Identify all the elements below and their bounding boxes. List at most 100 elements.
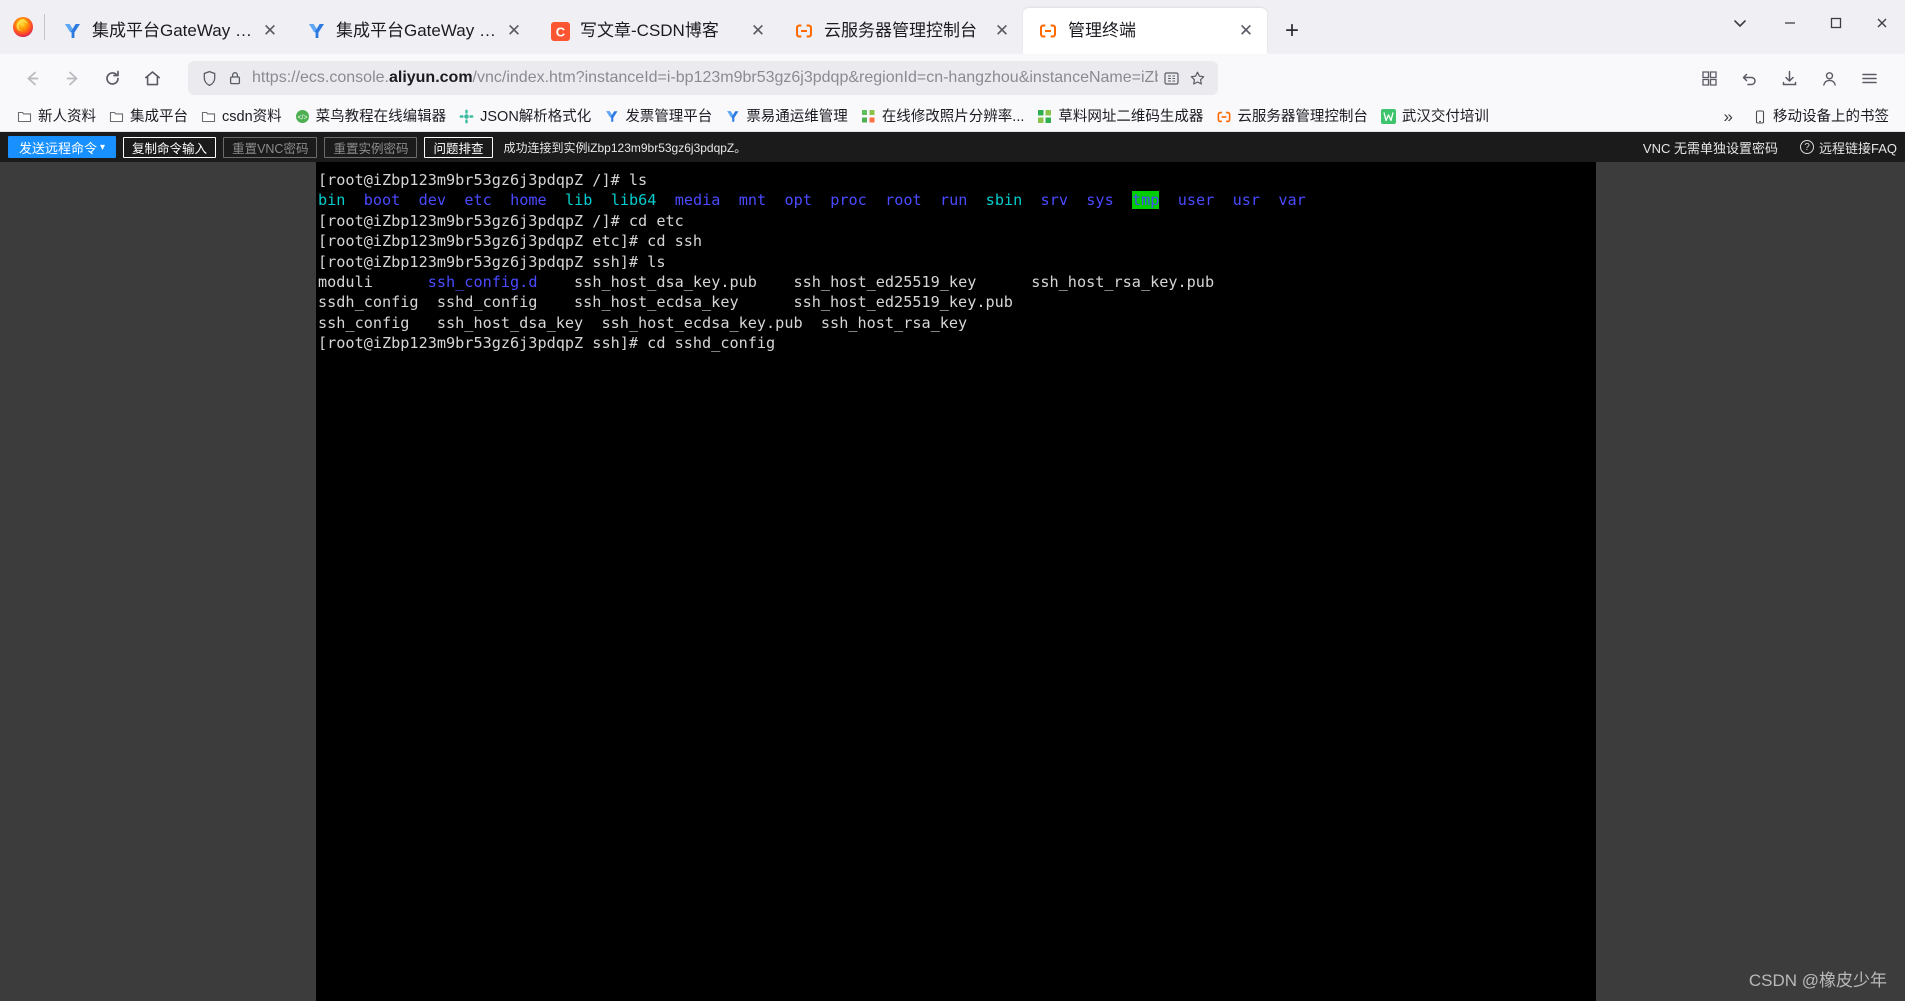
mobile-icon xyxy=(1751,108,1768,125)
maximize-button[interactable] xyxy=(1813,0,1859,46)
bookmark-7[interactable]: 在线修改照片分辨率... xyxy=(854,106,1031,128)
mobile-bookmarks-label: 移动设备上的书签 xyxy=(1773,108,1889,125)
address-bar[interactable]: https://ecs.console.aliyun.com/vnc/index… xyxy=(188,61,1218,95)
tab-separator xyxy=(44,14,45,40)
tab-2[interactable]: C 写文章-CSDN博客 ✕ xyxy=(535,8,779,54)
terminal-segment: ssh_host_dsa_key.pub ssh_host_ed25519_ke… xyxy=(537,272,1215,291)
terminal-segment: mnt xyxy=(738,191,767,210)
bookmark-5[interactable]: 发票管理平台 xyxy=(597,106,718,128)
terminal-console[interactable]: [root@iZbp123m9br53gz6j3pdqpZ /]# ls bin … xyxy=(316,162,1596,1001)
tab-title: 集成平台GateWay OPS xyxy=(336,21,501,40)
reload-icon[interactable] xyxy=(94,60,130,96)
stage-right-gutter xyxy=(1897,162,1905,1001)
terminal-line: [root@iZbp123m9br53gz6j3pdqpZ ssh]# ls xyxy=(318,252,1596,272)
tab-3[interactable]: 云服务器管理控制台 ✕ xyxy=(779,8,1023,54)
vnc-canvas-area[interactable]: [root@iZbp123m9br53gz6j3pdqpZ /]# ls bin … xyxy=(0,162,1905,1001)
firefox-logo-icon xyxy=(6,0,40,54)
tab-4[interactable]: 管理终端 ✕ xyxy=(1023,8,1267,54)
remote-link-faq-label: 远程链接FAQ xyxy=(1818,140,1897,156)
menu-icon[interactable] xyxy=(1851,60,1887,96)
bookmark-label: 新人资料 xyxy=(38,108,96,125)
terminal-segment xyxy=(1159,191,1177,209)
vnc-toolbar-right: VNC 无需单独设置密码 ? 远程链接FAQ xyxy=(1643,138,1897,157)
mobile-bookmarks[interactable]: 移动设备上的书签 xyxy=(1745,106,1895,128)
terminal-segment: media xyxy=(674,191,721,210)
address-bar-actions xyxy=(1158,65,1210,91)
terminal-segment: run xyxy=(939,191,968,210)
terminal-line: ssh_config ssh_host_dsa_key ssh_host_ecd… xyxy=(318,313,1596,333)
bookmark-10[interactable]: 武汉交付培训 xyxy=(1374,106,1495,128)
window-controls xyxy=(1713,0,1905,46)
chevron-down-icon: ▾ xyxy=(100,141,106,153)
aliyun-icon xyxy=(1037,20,1059,42)
terminal-segment: ssh_config.d xyxy=(427,272,538,291)
terminal-segment: etc xyxy=(464,191,492,210)
bookmark-3[interactable]: </> 菜鸟教程在线编辑器 xyxy=(288,106,453,128)
terminal-segment: [root@iZbp123m9br53gz6j3pdqpZ ssh]# ls xyxy=(318,252,666,271)
terminal-segment xyxy=(1068,191,1086,209)
extensions-icon[interactable] xyxy=(1691,60,1727,96)
copy-command-input-button[interactable]: 复制命令输入 xyxy=(123,136,217,158)
terminal-segment xyxy=(656,191,674,209)
bookmark-label: 集成平台 xyxy=(130,108,188,125)
tab-strip: 集成平台GateWay OPS ✕ 集成平台GateWay OPS ✕ C 写文… xyxy=(0,0,1905,54)
terminal-segment: moduli xyxy=(318,272,428,291)
tab-1[interactable]: 集成平台GateWay OPS ✕ xyxy=(291,8,535,54)
terminal-line: moduli ssh_config.d ssh_host_dsa_key.pub… xyxy=(318,272,1596,292)
tab-close-icon[interactable]: ✕ xyxy=(1233,18,1259,44)
save-icon[interactable] xyxy=(1771,60,1807,96)
bookmark-0[interactable]: 新人资料 xyxy=(10,106,102,128)
qrcode-icon xyxy=(1036,108,1053,125)
bookmark-label: 草料网址二维码生成器 xyxy=(1058,108,1204,125)
terminal-segment: root xyxy=(885,191,922,210)
new-tab-button[interactable]: + xyxy=(1273,12,1311,50)
star-icon[interactable] xyxy=(1184,65,1210,91)
bookmark-9[interactable]: 云服务器管理控制台 xyxy=(1209,106,1374,128)
troubleshoot-button[interactable]: 问题排查 xyxy=(424,136,493,158)
account-icon[interactable] xyxy=(1811,60,1847,96)
terminal-line: bin boot dev etc home lib lib64 media mn… xyxy=(318,190,1596,210)
bookmark-2[interactable]: csdn资料 xyxy=(194,106,288,128)
forward-arrow-icon[interactable] xyxy=(54,60,90,96)
terminal-line: [root@iZbp123m9br53gz6j3pdqpZ ssh]# cd s… xyxy=(318,333,1596,353)
send-remote-command-button[interactable]: 发送远程命令 ▾ xyxy=(8,136,117,158)
tab-close-icon[interactable]: ✕ xyxy=(257,18,283,44)
minimize-button[interactable] xyxy=(1767,0,1813,46)
back-arrow-icon[interactable] xyxy=(14,60,50,96)
terminal-segment: ssh_config ssh_host_dsa_key ssh_host_ecd… xyxy=(318,313,968,332)
terminal-segment xyxy=(967,191,985,209)
reset-vnc-password-button[interactable]: 重置VNC密码 xyxy=(223,136,318,158)
wps-icon xyxy=(1380,108,1397,125)
home-icon[interactable] xyxy=(134,60,170,96)
bookmark-label: JSON解析格式化 xyxy=(480,108,592,125)
reset-instance-password-button[interactable]: 重置实例密码 xyxy=(324,136,418,158)
url-text[interactable]: https://ecs.console.aliyun.com/vnc/index… xyxy=(248,68,1158,88)
tab-0[interactable]: 集成平台GateWay OPS ✕ xyxy=(47,8,291,54)
svg-text:</>: </> xyxy=(297,114,307,121)
remote-link-faq-link[interactable]: ? 远程链接FAQ xyxy=(1799,138,1897,157)
url-prefix: https://ecs.console. xyxy=(252,69,389,86)
bookmark-4[interactable]: JSON解析格式化 xyxy=(452,106,597,128)
vnc-toolbar: 发送远程命令 ▾ 复制命令输入 重置VNC密码 重置实例密码 问题排查 成功连接… xyxy=(0,132,1905,162)
bookmark-1[interactable]: 集成平台 xyxy=(102,106,194,128)
close-button[interactable] xyxy=(1859,0,1905,46)
tab-close-icon[interactable]: ✕ xyxy=(745,18,771,44)
url-suffix: /vnc/index.htm?instanceId=i-bp123m9br53g… xyxy=(472,69,1158,86)
bookmark-6[interactable]: 票易通运维管理 xyxy=(718,106,854,128)
shield-icon[interactable] xyxy=(196,65,222,91)
tab-close-icon[interactable]: ✕ xyxy=(989,18,1015,44)
terminal-segment: var xyxy=(1278,191,1306,210)
bookmark-8[interactable]: 草料网址二维码生成器 xyxy=(1030,106,1209,128)
terminal-segment xyxy=(547,191,565,209)
bookmarks-overflow-area: » 移动设备上的书签 xyxy=(1712,106,1895,128)
undo-icon[interactable] xyxy=(1731,60,1767,96)
tab-close-icon[interactable]: ✕ xyxy=(501,18,527,44)
terminal-line: [root@iZbp123m9br53gz6j3pdqpZ etc]# cd s… xyxy=(318,231,1596,251)
list-all-tabs-icon[interactable] xyxy=(1713,0,1767,46)
bookmarks-bar: 新人资料 集成平台 csdn资料 </> 菜鸟教程在线编辑器 JSON解析格式化 xyxy=(0,102,1905,132)
reader-view-icon[interactable] xyxy=(1158,65,1184,91)
terminal-line: [root@iZbp123m9br53gz6j3pdqpZ /]# cd etc xyxy=(318,211,1596,231)
lock-icon[interactable] xyxy=(222,65,248,91)
bookmarks-overflow-chevron-icon[interactable]: » xyxy=(1712,107,1745,127)
y-logo-icon xyxy=(61,20,83,42)
